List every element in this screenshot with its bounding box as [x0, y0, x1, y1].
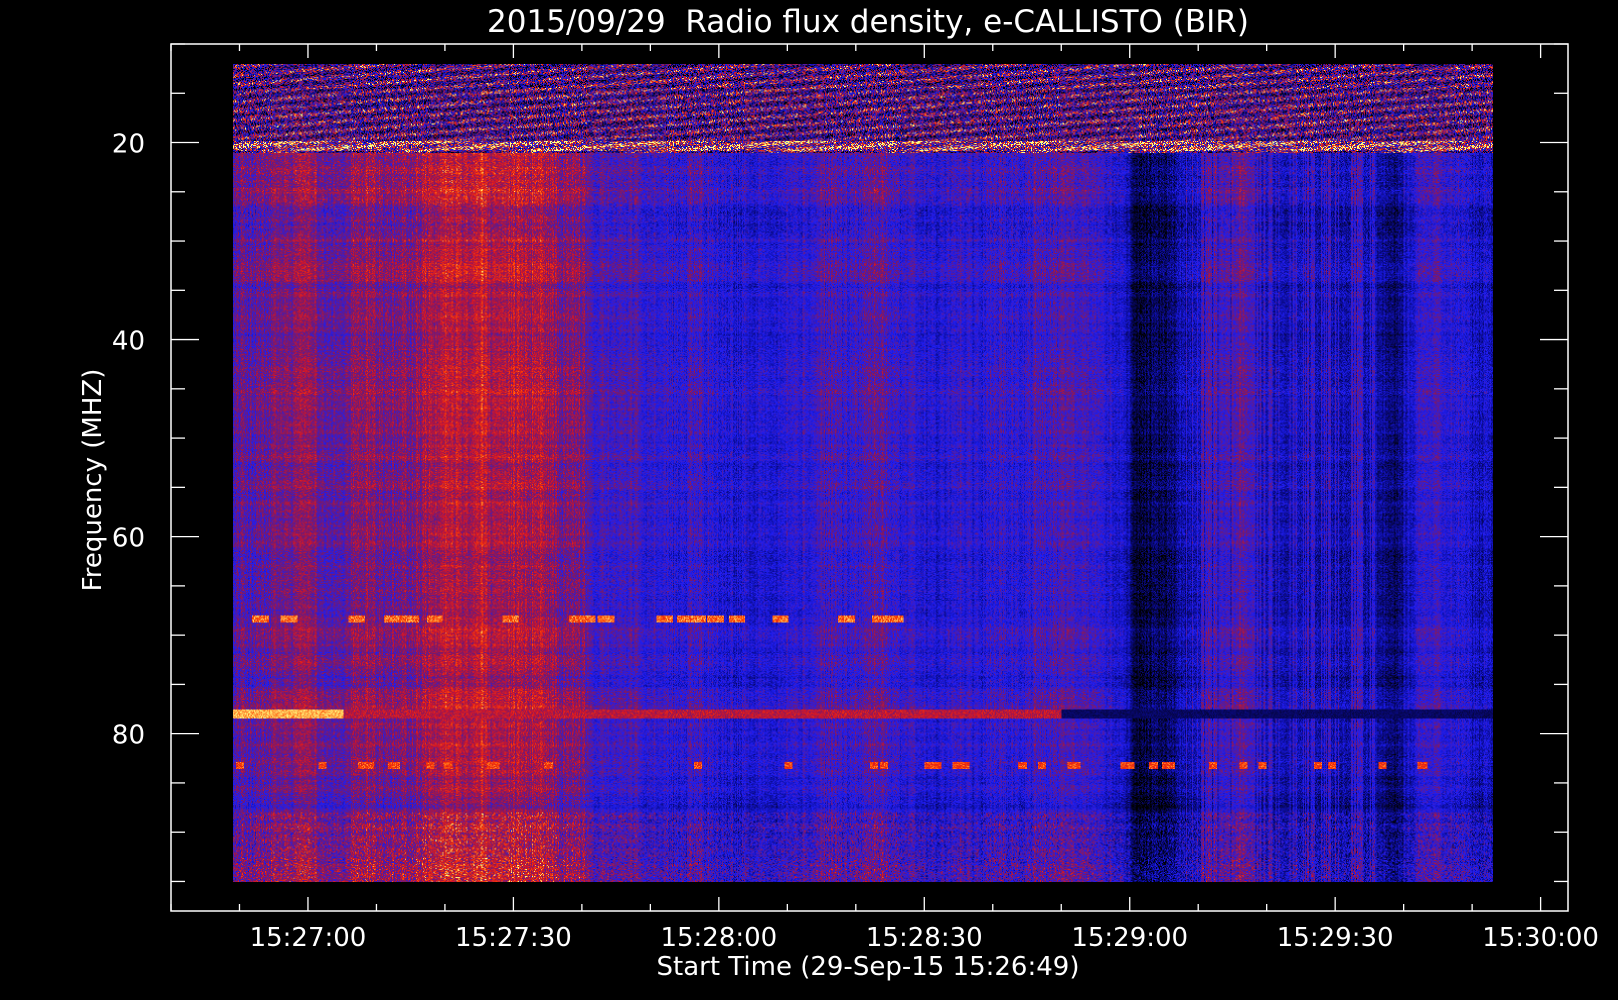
x-axis-label: Start Time (29-Sep-15 15:26:49)	[657, 952, 1080, 982]
chart-title: 2015/09/29 Radio flux density, e-CALLIST…	[487, 4, 1249, 40]
y-tick-label: 60	[112, 524, 145, 554]
x-tick-label: 15:28:00	[660, 923, 777, 953]
y-tick-label: 80	[112, 721, 145, 751]
x-tick-label: 15:27:30	[455, 923, 572, 953]
x-tick-label: 15:29:30	[1277, 923, 1394, 953]
x-tick-label: 15:29:00	[1071, 923, 1188, 953]
x-tick-label: 15:30:00	[1482, 923, 1599, 953]
y-axis-label: Frequency (MHZ)	[78, 369, 108, 592]
x-tick-label: 15:28:30	[866, 923, 983, 953]
x-tick-label: 15:27:00	[250, 923, 367, 953]
y-tick-label: 20	[112, 130, 145, 160]
y-tick-label: 40	[112, 327, 145, 357]
spectrogram-heatmap	[233, 64, 1493, 882]
